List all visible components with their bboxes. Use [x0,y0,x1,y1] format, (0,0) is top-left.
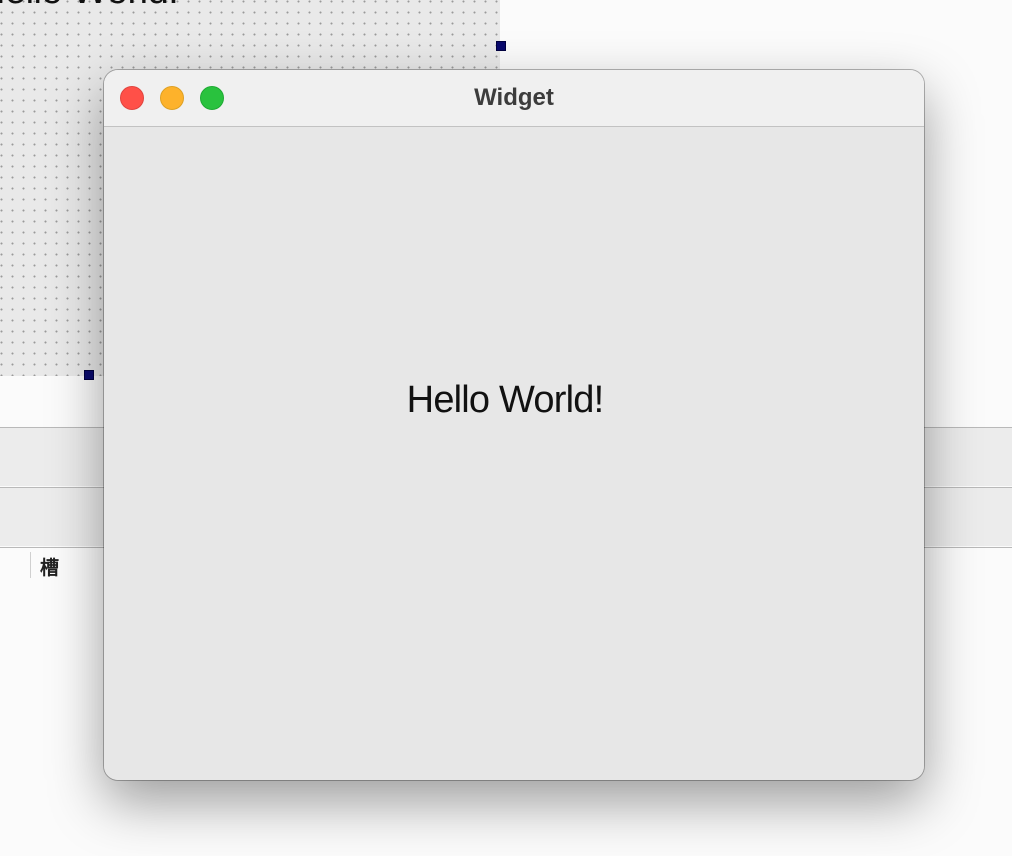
canvas-hello-label[interactable]: Hello World! [0,0,179,13]
widget-window[interactable]: Widget Hello World! [104,70,924,780]
slot-column-header: 槽 [40,557,60,579]
resize-handle-bottom-left[interactable] [84,370,94,380]
resize-handle-top-right[interactable] [496,41,506,51]
window-content: Hello World! [104,127,924,780]
hello-world-label: Hello World! [406,379,604,421]
window-title: Widget [474,84,554,111]
column-divider [30,552,31,578]
window-titlebar[interactable]: Widget [104,70,924,127]
